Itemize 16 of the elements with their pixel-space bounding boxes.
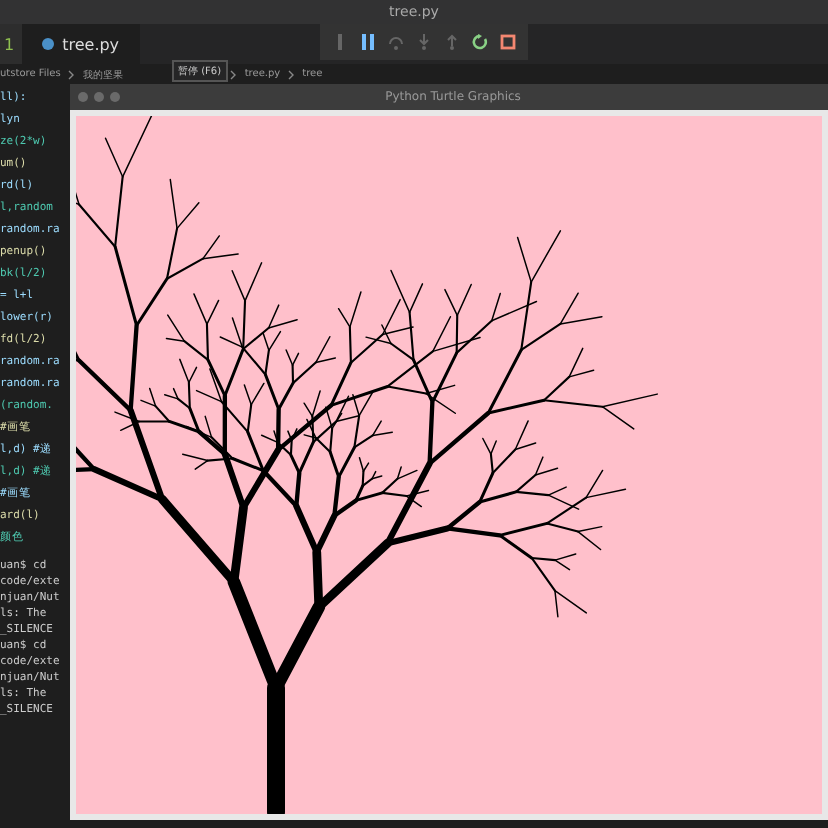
- editor-tab[interactable]: 1: [0, 24, 23, 64]
- chevron-icon: [230, 69, 237, 79]
- maximize-icon[interactable]: [110, 92, 120, 102]
- step-out-icon[interactable]: [444, 34, 460, 50]
- minimize-icon[interactable]: [94, 92, 104, 102]
- editor-tab[interactable]: tree.py: [22, 24, 140, 64]
- chevron-icon: [288, 69, 295, 79]
- close-icon[interactable]: [78, 92, 88, 102]
- python-file-icon: [42, 38, 55, 50]
- restart-icon[interactable]: [472, 34, 488, 50]
- pause-icon[interactable]: [360, 34, 376, 50]
- drag-handle-icon[interactable]: [332, 34, 348, 50]
- chevron-icon: [68, 69, 75, 79]
- step-into-icon[interactable]: [416, 34, 432, 50]
- step-over-icon[interactable]: [388, 34, 404, 50]
- stop-icon[interactable]: [500, 34, 516, 50]
